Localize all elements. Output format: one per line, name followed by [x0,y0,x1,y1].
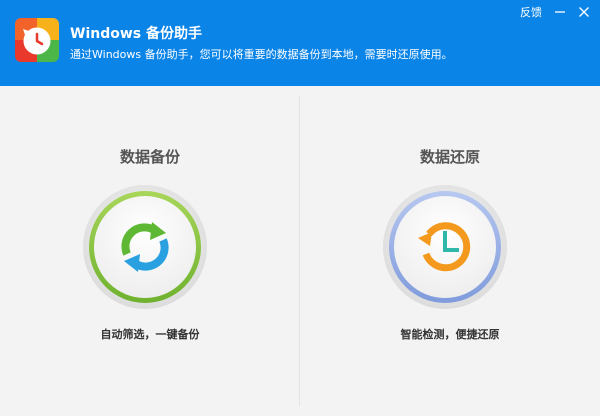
sync-arrows-icon [83,185,207,309]
close-button[interactable] [578,4,590,20]
restore-clock-icon [383,185,507,309]
close-icon [579,7,589,17]
app-title: Windows 备份助手 [70,26,202,42]
restore-panel: 数据还原 智能检测，便捷还原 [300,86,600,416]
backup-button[interactable] [82,184,208,310]
app-subtitle: 通过Windows 备份助手，您可以将重要的数据备份到本地，需要时还原使用。 [70,48,453,61]
restore-button[interactable] [382,184,508,310]
backup-clock-icon [15,18,59,62]
backup-panel: 数据备份 自动筛选，一键备份 [0,86,300,416]
restore-title: 数据还原 [419,148,480,166]
feedback-link[interactable]: 反馈 [520,4,542,20]
backup-title: 数据备份 [119,148,180,166]
minimize-icon [555,11,565,13]
restore-description: 智能检测，便捷还原 [400,328,500,341]
app-window: Windows 备份助手 通过Windows 备份助手，您可以将重要的数据备份到… [0,0,600,416]
main-content: 数据备份 自动筛选，一键备份 数据还原 智能检测，便捷还原 [0,86,600,416]
minimize-button[interactable] [554,4,566,20]
header-bar: Windows 备份助手 通过Windows 备份助手，您可以将重要的数据备份到… [0,0,600,86]
title-controls: 反馈 [520,4,590,20]
backup-description: 自动筛选，一键备份 [100,328,200,341]
